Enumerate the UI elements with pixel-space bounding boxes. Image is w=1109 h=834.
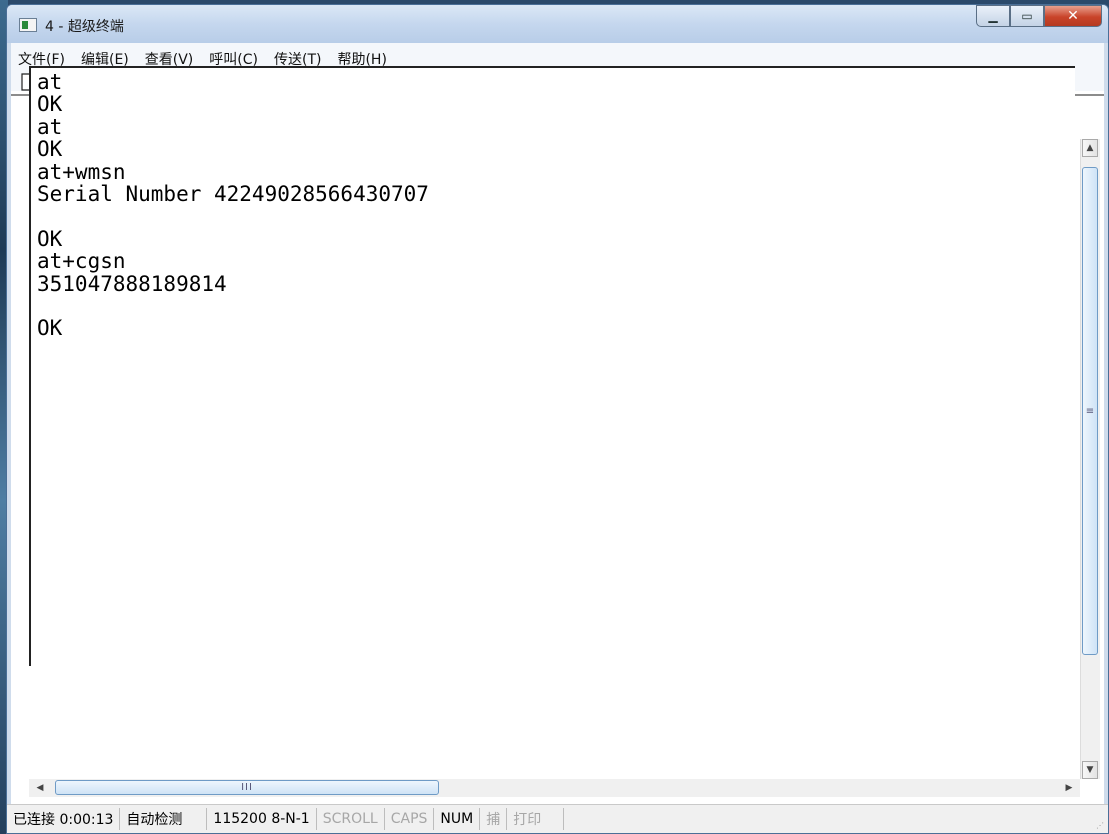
window-controls: ▁ ▭ ✕	[976, 5, 1102, 27]
app-icon[interactable]	[19, 18, 37, 32]
scroll-up-arrow-icon[interactable]: ▲	[1082, 139, 1098, 157]
horizontal-scroll-thumb[interactable]: III	[55, 780, 439, 795]
title-bar[interactable]: 4 - 超级终端 ▁ ▭ ✕	[7, 5, 1108, 43]
window-title: 4 - 超级终端	[45, 19, 124, 35]
close-button[interactable]: ✕	[1044, 5, 1102, 27]
status-num: NUM	[434, 808, 481, 830]
status-settings: 115200 8-N-1	[207, 808, 317, 830]
terminal-screen[interactable]: at OK at OK at+wmsn Serial Number 422490…	[29, 66, 1075, 666]
minimize-button[interactable]: ▁	[976, 5, 1010, 27]
resize-grip-icon[interactable]: ⋰	[1096, 821, 1106, 831]
maximize-icon: ▭	[1021, 9, 1033, 23]
thumb-grip-icon: III	[241, 782, 253, 793]
status-bar: 已连接 0:00:13 自动检测 115200 8-N-1 SCROLL CAP…	[7, 804, 1108, 833]
status-print: 打印	[507, 808, 565, 830]
status-scroll: SCROLL	[317, 808, 385, 830]
terminal-output: at OK at OK at+wmsn Serial Number 422490…	[37, 70, 429, 341]
scroll-left-arrow-icon[interactable]: ◀	[31, 779, 49, 797]
vertical-scrollbar[interactable]: ▲ ≡ ▼	[1080, 139, 1100, 779]
status-capture: 捕	[480, 808, 508, 830]
status-connection: 已连接 0:00:13	[7, 808, 121, 830]
hyperterminal-window: 4 - 超级终端 ▁ ▭ ✕ 文件(F) 编辑(E) 查看(V) 呼叫(C) 传…	[6, 4, 1109, 834]
scroll-right-arrow-icon[interactable]: ▶	[1060, 779, 1078, 797]
status-detect: 自动检测	[120, 808, 208, 830]
thumb-grip-icon: ≡	[1085, 405, 1095, 417]
horizontal-scrollbar[interactable]: ◀ III ▶	[29, 779, 1080, 797]
scroll-down-arrow-icon[interactable]: ▼	[1082, 761, 1098, 779]
minimize-icon: ▁	[988, 9, 998, 23]
status-caps: CAPS	[385, 808, 435, 830]
maximize-button[interactable]: ▭	[1010, 5, 1044, 27]
vertical-scroll-thumb[interactable]: ≡	[1082, 167, 1098, 655]
close-icon: ✕	[1067, 8, 1079, 24]
